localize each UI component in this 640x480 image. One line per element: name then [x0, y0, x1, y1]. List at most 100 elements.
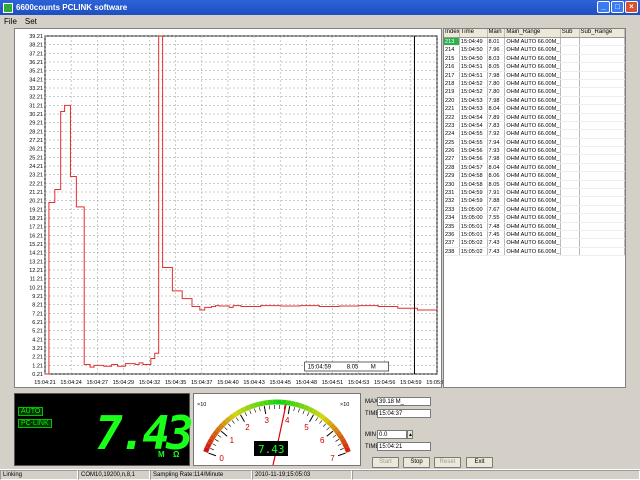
- start-button[interactable]: Start: [372, 457, 399, 468]
- close-button[interactable]: ×: [625, 1, 638, 13]
- reset-button[interactable]: Reset: [434, 457, 461, 468]
- minimize-button[interactable]: _: [597, 1, 610, 13]
- table-row[interactable]: 227 15:04:56 7.98 OHM AUTO 66.00M_: [444, 155, 625, 164]
- table-cell: 236: [444, 230, 460, 239]
- table-cell: [561, 121, 580, 130]
- stop-button[interactable]: Stop: [403, 457, 430, 468]
- table-row[interactable]: 233 15:05:00 7.67 OHM AUTO 66.00M_: [444, 205, 625, 215]
- table-row[interactable]: 221 15:04:53 8.04 OHM AUTO 66.00M_: [444, 105, 625, 114]
- x-tick-label: 15:04:45: [269, 380, 290, 386]
- table-row[interactable]: 238 15:05:02 7.43 OHM AUTO 66.00M_: [444, 247, 625, 257]
- gauge-tick: [337, 443, 342, 446]
- gauge-arc-segment: [315, 411, 322, 418]
- menu-file[interactable]: File: [4, 17, 17, 26]
- table-row[interactable]: 237 15:05:02 7.43 OHM AUTO 66.00M_: [444, 239, 625, 248]
- gauge-tick: [335, 439, 340, 442]
- table-row[interactable]: 213 15:04:49 8.01 OHM AUTO 66.00M_: [444, 38, 625, 47]
- table-cell: 7.80: [488, 88, 506, 96]
- table-cell: 7.98: [488, 96, 506, 105]
- table-cell: OHM AUTO 66.00M_: [506, 113, 561, 121]
- table-row[interactable]: 219 15:04:52 7.80 OHM AUTO 66.00M_: [444, 88, 625, 97]
- table-cell: [561, 96, 580, 105]
- table-cell: 15:04:58: [460, 180, 488, 189]
- menu-bar: File Set: [0, 15, 640, 27]
- spin-up-icon[interactable]: ▲: [407, 430, 413, 439]
- table-row[interactable]: 235 15:05:01 7.48 OHM AUTO 66.00M_: [444, 222, 625, 231]
- cursor-readout: 15:04:59 8.05 M: [304, 361, 390, 372]
- table-cell: [580, 214, 625, 222]
- gauge-arc-segment: [211, 430, 219, 437]
- table-cell: [561, 105, 580, 113]
- status-link: Linking: [0, 470, 78, 480]
- table-row[interactable]: 234 15:05:00 7.55 OHM AUTO 66.00M_: [444, 214, 625, 223]
- table-cell: 7.55: [488, 214, 506, 222]
- y-tick-label: 20.21: [29, 199, 43, 205]
- table-row[interactable]: 226 15:04:56 7.93 OHM AUTO 66.00M_: [444, 147, 625, 156]
- gauge-tick: [302, 410, 305, 415]
- table-row[interactable]: 218 15:04:52 7.80 OHM AUTO 66.00M_: [444, 79, 625, 89]
- table-cell: [561, 54, 580, 63]
- table-cell: OHM AUTO 66.00M_: [506, 205, 561, 214]
- max-time-field[interactable]: 15:04:37: [377, 409, 431, 418]
- table-row[interactable]: 232 15:04:59 7.88 OHM AUTO 66.00M_: [444, 197, 625, 206]
- gauge-tick: [326, 430, 334, 437]
- gauge-tick: [322, 423, 327, 427]
- gauge-tick: [231, 420, 235, 424]
- max-value-field[interactable]: 39.18 M_: [377, 397, 431, 406]
- table-row[interactable]: 223 15:04:54 7.83 OHM AUTO 66.00M_: [444, 121, 625, 131]
- y-tick-label: 23.21: [29, 173, 43, 179]
- table-cell: OHM AUTO 66.00M_: [506, 79, 561, 88]
- gauge-arc-segment: [337, 434, 345, 441]
- maximize-button[interactable]: □: [611, 1, 624, 13]
- table-row[interactable]: 214 15:04:50 7.96 OHM AUTO 66.00M_: [444, 46, 625, 55]
- table-cell: [561, 180, 580, 189]
- table-row[interactable]: 225 15:04:55 7.94 OHM AUTO 66.00M_: [444, 138, 625, 148]
- min-time-field[interactable]: 15:04:21: [377, 442, 431, 451]
- data-table[interactable]: Index Time Main Main_Range Sub Sub_Range 213 1…: [443, 28, 626, 388]
- table-cell: [580, 205, 625, 214]
- table-row[interactable]: 215 15:04:50 8.03 OHM AUTO 66.00M_: [444, 54, 625, 64]
- time-label: TIME: [365, 410, 380, 417]
- gauge-tick: [319, 420, 323, 424]
- column-header[interactable]: Sub_Range: [580, 29, 625, 37]
- table-row[interactable]: 231 15:04:59 7.91 OHM AUTO 66.00M_: [444, 189, 625, 198]
- table-cell: OHM AUTO 66.00M_: [506, 121, 561, 130]
- gauge-tick: [315, 417, 319, 421]
- table-cell: 15:04:56: [460, 147, 488, 155]
- table-row[interactable]: 222 15:04:54 7.89 OHM AUTO 66.00M_: [444, 113, 625, 122]
- column-header[interactable]: Main: [488, 29, 506, 37]
- table-cell: OHM AUTO 66.00M_: [506, 147, 561, 155]
- column-header[interactable]: Sub: [561, 29, 580, 37]
- table-cell: OHM AUTO 66.00M_: [506, 163, 561, 172]
- table-row[interactable]: 216 15:04:51 8.05 OHM AUTO 66.00M_: [444, 63, 625, 72]
- gauge-arc-segment: [340, 438, 347, 445]
- column-header[interactable]: Time: [460, 29, 488, 37]
- table-cell: [580, 197, 625, 205]
- table-cell: [580, 96, 625, 105]
- table-cell: [580, 180, 625, 189]
- exit-button[interactable]: Exit: [466, 457, 493, 468]
- table-row[interactable]: 224 15:04:55 7.92 OHM AUTO 66.00M_: [444, 130, 625, 139]
- min-value-field[interactable]: 0.0: [377, 430, 407, 439]
- column-header[interactable]: Main_Range: [505, 29, 561, 37]
- table-cell: [580, 230, 625, 239]
- gauge-arc-segment: [290, 400, 296, 407]
- table-row[interactable]: 217 15:04:51 7.98 OHM AUTO 66.00M_: [444, 71, 625, 80]
- x-tick-label: 15:04:51: [322, 380, 343, 386]
- y-tick-label: 12.21: [29, 268, 43, 274]
- table-row[interactable]: 236 15:05:01 7.45 OHM AUTO 66.00M_: [444, 230, 625, 240]
- menu-set[interactable]: Set: [25, 17, 37, 26]
- column-header[interactable]: Index: [444, 29, 460, 37]
- table-cell: 15:05:02: [460, 239, 488, 247]
- gauge-arc-segment: [294, 401, 301, 408]
- min-time-label: TIME: [365, 443, 380, 450]
- table-row[interactable]: 230 15:04:58 8.05 OHM AUTO 66.00M_: [444, 180, 625, 190]
- gauge-tick-label: 6: [320, 436, 325, 445]
- table-cell: [561, 172, 580, 180]
- x-tick-label: 15:04:21: [34, 380, 55, 386]
- y-tick-label: 15.21: [29, 242, 43, 248]
- table-cell: [561, 155, 580, 163]
- table-row[interactable]: 228 15:04:57 8.04 OHM AUTO 66.00M_: [444, 163, 625, 173]
- table-row[interactable]: 229 15:04:58 8.06 OHM AUTO 66.00M_: [444, 172, 625, 181]
- table-row[interactable]: 220 15:04:53 7.98 OHM AUTO 66.00M_: [444, 96, 625, 106]
